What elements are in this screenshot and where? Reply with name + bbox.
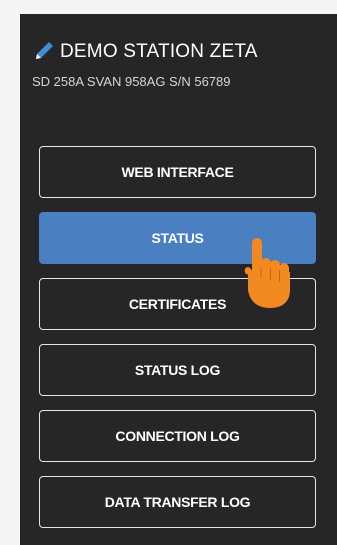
station-panel: DEMO STATION ZETA SD 258A SVAN 958AG S/N… xyxy=(20,14,337,545)
station-header: DEMO STATION ZETA SD 258A SVAN 958AG S/N… xyxy=(32,38,337,89)
device-info: SD 258A SVAN 958AG S/N 56789 xyxy=(32,74,231,89)
certificates-button[interactable]: CERTIFICATES xyxy=(39,278,316,330)
web-interface-button[interactable]: WEB INTERFACE xyxy=(39,146,316,198)
data-transfer-log-button[interactable]: DATA TRANSFER LOG xyxy=(39,476,316,528)
navigation-menu: WEB INTERFACE STATUS CERTIFICATES STATUS… xyxy=(39,146,316,542)
status-button[interactable]: STATUS xyxy=(39,212,316,264)
pencil-icon[interactable] xyxy=(32,41,54,63)
title-row: DEMO STATION ZETA xyxy=(32,38,337,66)
connection-log-button[interactable]: CONNECTION LOG xyxy=(39,410,316,462)
status-log-button[interactable]: STATUS LOG xyxy=(39,344,316,396)
station-title: DEMO STATION ZETA xyxy=(60,41,258,62)
